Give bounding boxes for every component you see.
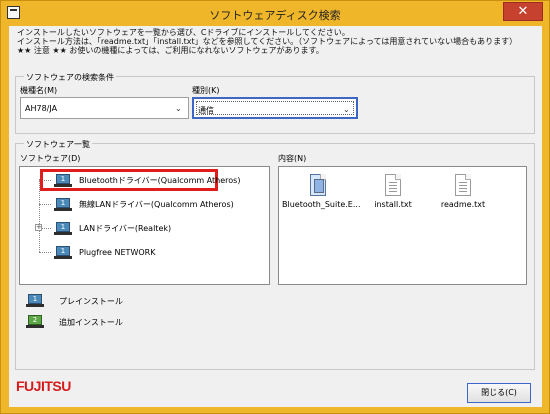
model-label: 機種名(M) [20, 86, 58, 95]
chevron-down-icon: ⌄ [343, 105, 350, 114]
tree-guide-item-2 [39, 204, 51, 205]
tree-guide-item-4 [39, 252, 51, 253]
file-name: install.txt [374, 200, 412, 209]
file-icon [385, 174, 401, 196]
file-item-bluetooth-suite[interactable]: Bluetooth_Suite.E... [282, 174, 361, 209]
software-list-label: ソフトウェア一覧 [24, 139, 92, 150]
instruction-line-3: ★★ 注意 ★★ お使いの機種によっては、ご利用になれないソフトウェアがあります… [17, 46, 324, 55]
computer-icon: 1 [53, 173, 73, 187]
legend-add-install-label: 追加インストール [59, 317, 123, 327]
tree-item-wireless-lan[interactable]: 1 無線LANドライバー(Qualcomm Atheros) [53, 195, 234, 213]
search-criteria-label: ソフトウェアの検索条件 [24, 72, 116, 83]
model-select[interactable]: AH78/JA ⌄ [20, 97, 189, 119]
computer-icon: 1 [53, 221, 73, 235]
tree-item-bluetooth[interactable]: 1 Bluetoothドライバー(Qualcomm Atheros) [53, 171, 240, 189]
chevron-down-icon: ⌄ [175, 104, 182, 113]
fujitsu-logo: FUJITSU [16, 378, 71, 394]
instruction-line-2: インストール方法は、「readme.txt」「install.txt」などを参照… [17, 37, 518, 46]
legend-preinstall: 1 プレインストール [25, 293, 123, 309]
file-item-install-txt[interactable]: install.txt [357, 174, 429, 209]
legend-preinstall-label: プレインストール [59, 296, 123, 306]
tree-item-label: 無線LANドライバー(Qualcomm Atheros) [79, 199, 234, 209]
instructions: インストールしたいソフトウェアを一覧から選び、Cドライブにインストールしてくださ… [17, 28, 537, 55]
tree-item-label: Bluetoothドライバー(Qualcomm Atheros) [79, 175, 241, 185]
computer-icon: 1 [53, 245, 73, 259]
file-item-readme-txt[interactable]: readme.txt [427, 174, 499, 209]
computer-icon: 2 [25, 315, 45, 329]
model-value: AH78/JA [25, 104, 58, 113]
file-name: readme.txt [440, 200, 486, 209]
close-icon[interactable]: ✕ [503, 2, 543, 21]
type-value: 通信 [198, 106, 214, 115]
close-button[interactable]: 閉じる(C) [467, 383, 531, 403]
file-name: Bluetooth_Suite.E... [282, 200, 361, 209]
type-select[interactable]: 通信 ⌄ [192, 97, 358, 119]
instruction-line-1: インストールしたいソフトウェアを一覧から選び、Cドライブにインストールしてくださ… [17, 28, 350, 37]
computer-icon: 1 [53, 197, 73, 211]
tree-item-label: LANドライバー(Realtek) [79, 223, 172, 233]
expand-icon[interactable]: + [35, 224, 42, 231]
content-label: 内容(N) [278, 154, 307, 163]
tree-item-lan[interactable]: 1 LANドライバー(Realtek) [53, 219, 171, 237]
executable-icon [310, 174, 326, 196]
tree-item-label: Plugfree NETWORK [79, 247, 156, 257]
window-title: ソフトウェアディスク検索 [209, 9, 341, 22]
file-icon [455, 174, 471, 196]
software-tree[interactable]: + 1 Bluetoothドライバー(Qualcomm Atheros) 1 無… [19, 166, 270, 285]
software-disk-search-window: ソフトウェアディスク検索 ✕ インストールしたいソフトウェアを一覧から選び、Cド… [0, 0, 550, 414]
computer-icon: 1 [25, 294, 45, 308]
search-criteria-group: ソフトウェアの検索条件 機種名(M) AH78/JA ⌄ 種別(K) 通信 ⌄ [15, 72, 535, 134]
type-label: 種別(K) [192, 86, 220, 95]
tree-item-plugfree[interactable]: 1 Plugfree NETWORK [53, 243, 155, 261]
title-bar: ソフトウェアディスク検索 ✕ [1, 1, 549, 25]
content-file-list[interactable]: Bluetooth_Suite.E... install.txt readme.… [278, 166, 527, 285]
legend-add-install: 2 追加インストール [25, 314, 123, 330]
software-label: ソフトウェア(D) [20, 154, 81, 163]
window-client-area: インストールしたいソフトウェアを一覧から選び、Cドライブにインストールしてくださ… [9, 26, 542, 407]
software-list-group: ソフトウェア一覧 ソフトウェア(D) 内容(N) + 1 Bluetoothドラ… [15, 139, 535, 370]
